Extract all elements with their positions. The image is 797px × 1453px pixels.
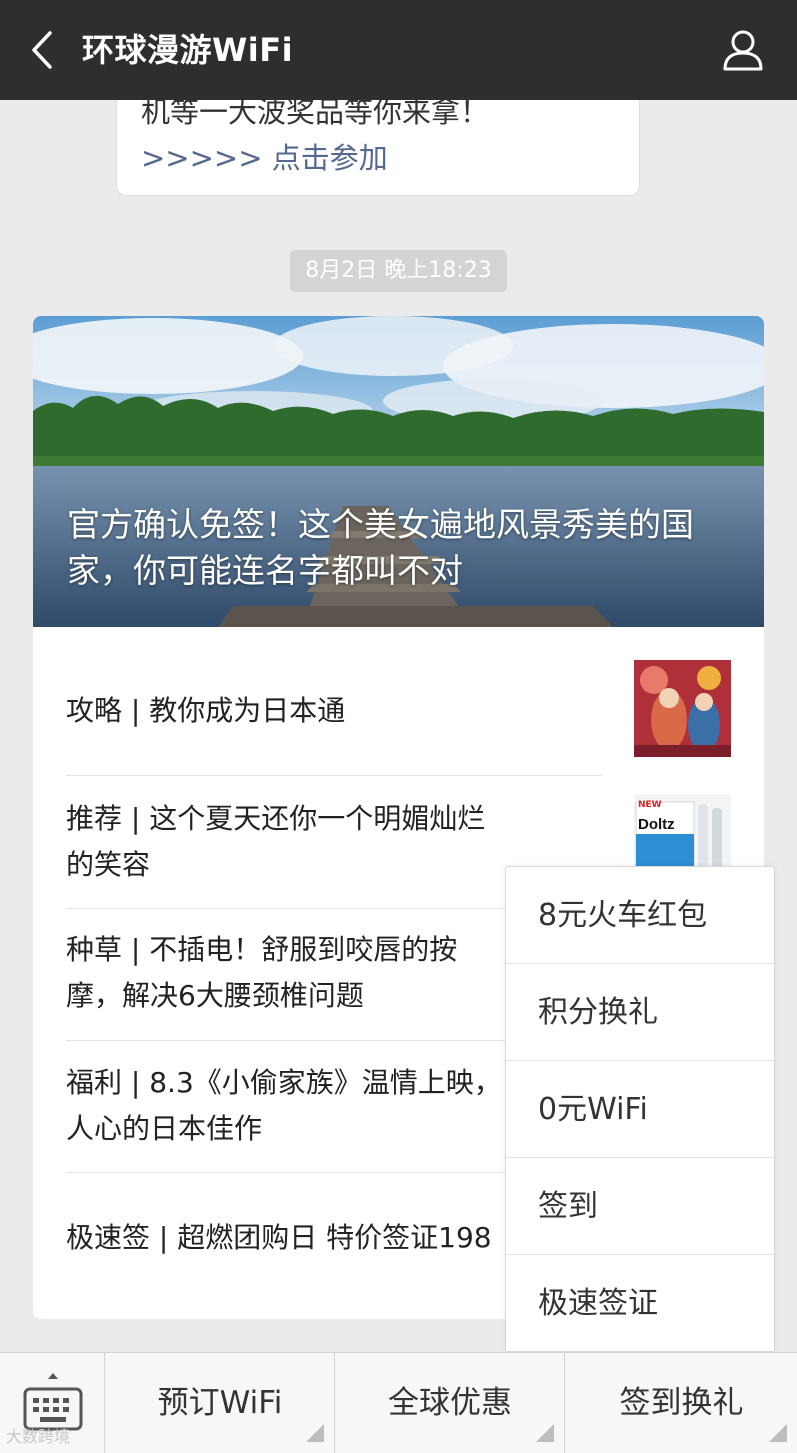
chevron-left-icon	[32, 31, 52, 69]
menu-tab-book-wifi[interactable]: 预订WiFi	[106, 1353, 335, 1453]
thumbnail-new-label: NEW	[638, 800, 662, 810]
menu-item-express-visa[interactable]: 极速签证	[506, 1255, 774, 1352]
menu-item-free-wifi[interactable]: 0元WiFi	[506, 1061, 774, 1158]
article-item-5[interactable]: 极速签 | 超燃团购日 特价签证198	[66, 1173, 538, 1303]
submenu-indicator-icon	[306, 1424, 324, 1442]
menu-item-check-in[interactable]: 签到	[506, 1158, 774, 1255]
menu-tab-label: 全球优惠	[388, 1385, 512, 1421]
article-item-title: 推荐 | 这个夏天还你一个明媚灿烂的笑容	[66, 802, 486, 881]
thumbnail-brand-label: Doltz	[638, 816, 675, 833]
top-nav-bar: 环球漫游WiFi	[0, 0, 797, 100]
menu-item-points-exchange[interactable]: 积分换礼	[506, 964, 774, 1061]
menu-tab-global-deals[interactable]: 全球优惠	[336, 1353, 565, 1453]
submenu-indicator-icon	[536, 1424, 554, 1442]
previous-message-text: 机等一大波奖品等你来拿！	[141, 100, 490, 129]
submenu-indicator-icon	[769, 1424, 787, 1442]
article-thumbnail-1	[634, 660, 731, 757]
message-timestamp: 8月2日 晚上18:23	[290, 250, 507, 292]
article-item-title: 攻略 | 教你成为日本通	[66, 694, 346, 727]
menu-item-train-redpacket[interactable]: 8元火车红包	[506, 867, 774, 964]
join-link[interactable]: >>>>> 点击参加	[141, 138, 388, 178]
submenu-popup: 8元火车红包 积分换礼 0元WiFi 签到 极速签证	[505, 866, 775, 1352]
menu-tab-label: 预订WiFi	[157, 1385, 283, 1421]
watermark: 大数跨境	[6, 1427, 71, 1446]
cover-article[interactable]: 官方确认免签！这个美女遍地风景秀美的国家，你可能连名字都叫不对	[33, 316, 764, 627]
account-title: 环球漫游WiFi	[82, 31, 294, 69]
article-item-title: 种草 | 不插电！舒服到咬唇的按摩，解决6大腰颈椎问题	[66, 933, 458, 1012]
menu-tab-label: 签到换礼	[619, 1385, 744, 1421]
back-button[interactable]	[22, 26, 62, 74]
dolls-thumbnail-image	[634, 660, 731, 757]
bottom-menu-bar: 预订WiFi 全球优惠 签到换礼	[0, 1352, 797, 1453]
menu-tab-checkin-rewards[interactable]: 签到换礼	[566, 1353, 797, 1453]
article-item-title: 福利 | 8.3《小偷家族》温情上映，人心的日本佳作	[66, 1066, 502, 1145]
person-icon	[723, 30, 763, 71]
cover-article-title: 官方确认免签！这个美女遍地风景秀美的国家，你可能连名字都叫不对	[67, 505, 694, 590]
previous-message-card: 机等一大波奖品等你来拿！ >>>>> 点击参加	[116, 100, 640, 196]
profile-button[interactable]	[719, 24, 767, 76]
article-item-title: 极速签 | 超燃团购日 特价签证198	[66, 1221, 492, 1254]
